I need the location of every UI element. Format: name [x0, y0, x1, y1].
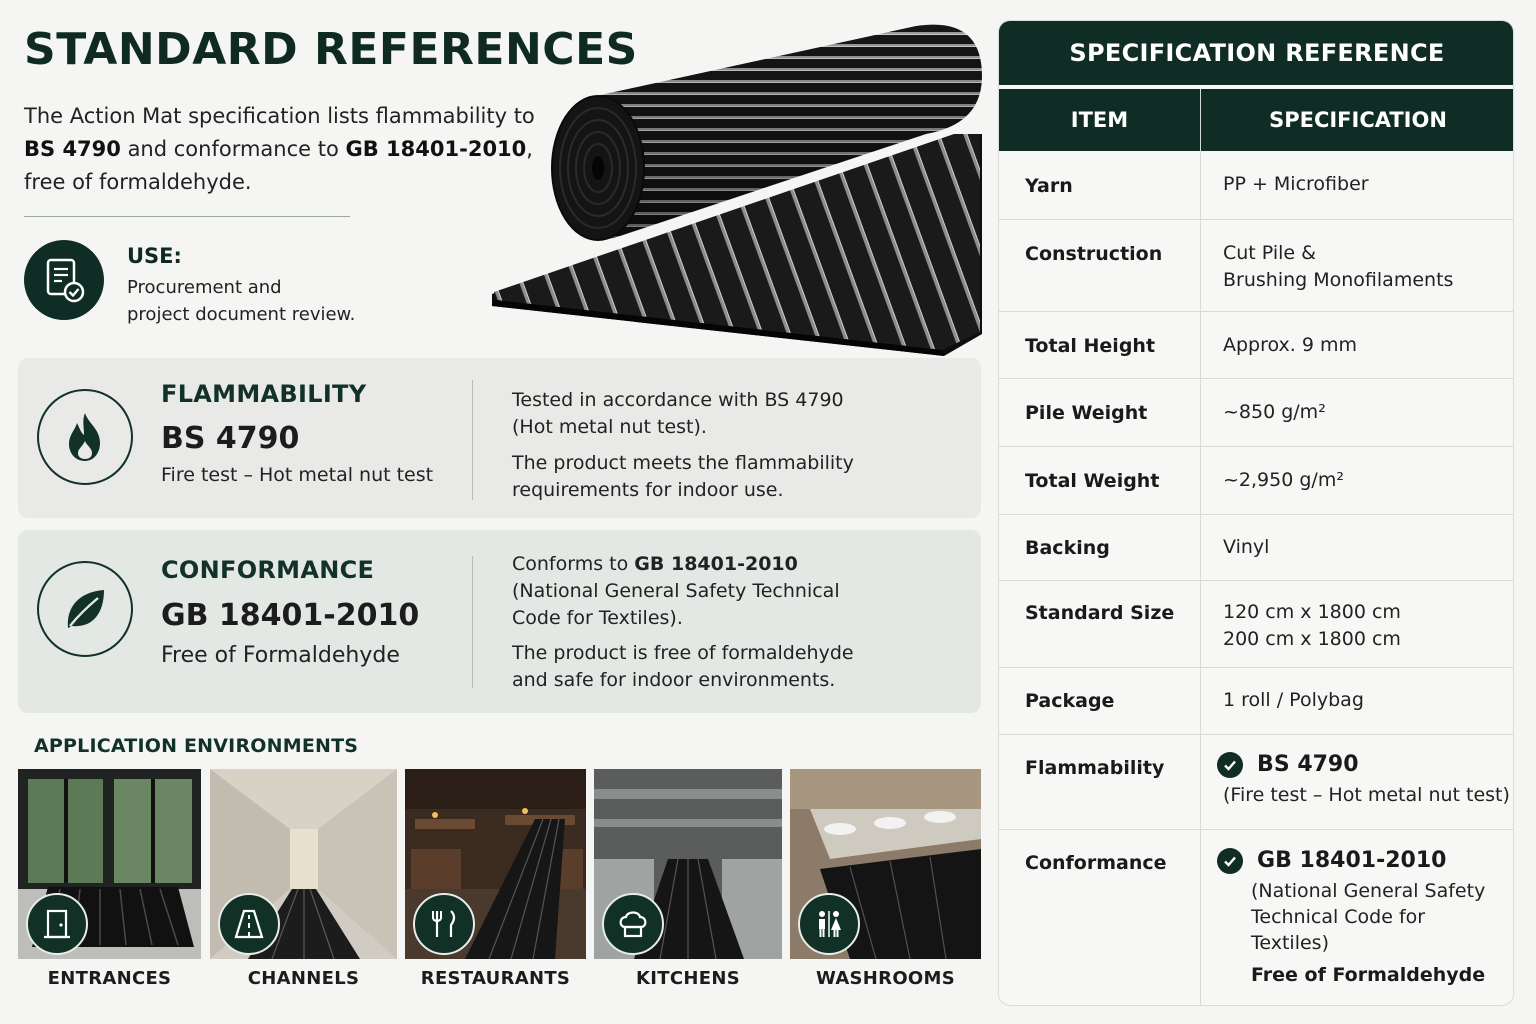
- description-line: Code for Textiles).: [512, 607, 683, 629]
- spec-item-label: Flammability: [1025, 757, 1165, 779]
- environment-label-washrooms: WASHROOMS: [815, 968, 956, 989]
- specification-table: SPECIFICATION REFERENCE ITEM SPECIFICATI…: [998, 20, 1514, 1006]
- flame-icon: [37, 389, 133, 485]
- conformance-standard: GB 18401-2010: [161, 598, 420, 633]
- flammability-description: Tested in accordance with BS 4790 (Hot m…: [512, 387, 952, 504]
- spec-item-label: Yarn: [1025, 175, 1073, 197]
- spec-value: Vinyl: [1223, 536, 1270, 558]
- restroom-icon: [798, 893, 860, 955]
- description-line: and safe for indoor environments.: [512, 669, 836, 691]
- spec-value: 1 roll / Polybag: [1223, 689, 1364, 711]
- table-row: Total Weight ~2,950 g/m²: [999, 447, 1513, 515]
- intro-paragraph: The Action Mat specification lists flamm…: [24, 100, 544, 199]
- description-line: Tested in accordance with BS 4790: [512, 389, 844, 411]
- spec-note-line: Textiles): [1251, 932, 1329, 954]
- table-row: Pile Weight ~850 g/m²: [999, 379, 1513, 447]
- spec-value: PP + Microfiber: [1223, 173, 1369, 195]
- rolled-mat-illustration: [486, 16, 986, 362]
- spec-value: ~850 g/m²: [1223, 401, 1326, 423]
- column-header-item: ITEM: [999, 89, 1200, 151]
- intro-text: The Action Mat specification lists flamm…: [24, 104, 535, 128]
- description-line: The product meets the flammability: [512, 452, 854, 474]
- description-line: The product is free of formaldehyde: [512, 642, 854, 664]
- spec-item-label: Total Weight: [1025, 470, 1160, 492]
- spec-value: Cut Pile & Brushing Monofilaments: [1223, 240, 1453, 294]
- conformance-card: CONFORMANCE GB 18401-2010 Free of Formal…: [18, 530, 981, 713]
- table-row: Backing Vinyl: [999, 515, 1513, 581]
- table-row: Package 1 roll / Polybag: [999, 668, 1513, 735]
- use-description: Procurement and project document review.: [127, 274, 407, 328]
- intro-standard-bs: BS 4790: [24, 137, 121, 161]
- spec-value: BS 4790 (Fire test – Hot metal nut test): [1217, 751, 1510, 809]
- environment-photo-channels: [210, 769, 397, 959]
- spec-note-line: Technical Code for: [1251, 906, 1426, 928]
- flammability-heading: FLAMMABILITY: [161, 380, 367, 408]
- description-line: (National General Safety Technical: [512, 580, 840, 602]
- spec-item-label: Construction: [1025, 243, 1163, 265]
- table-row: Construction Cut Pile & Brushing Monofil…: [999, 220, 1513, 312]
- environment-label-entrances: ENTRANCES: [47, 968, 172, 989]
- leaf-icon: [37, 561, 133, 657]
- environment-label-restaurants: RESTAURANTS: [420, 968, 571, 989]
- application-environments-heading: APPLICATION ENVIRONMENTS: [34, 735, 359, 757]
- spec-item-label: Standard Size: [1025, 602, 1175, 624]
- table-row: Conformance GB 18401-2010 (National Gene…: [999, 830, 1513, 1005]
- use-text-line: project document review.: [127, 304, 356, 325]
- spec-value: ~2,950 g/m²: [1223, 469, 1344, 491]
- intro-text: free of formaldehyde.: [24, 170, 252, 194]
- card-divider: [472, 556, 473, 688]
- environment-photo-washrooms: [790, 769, 981, 959]
- header-divider: [24, 216, 350, 217]
- spec-value: GB 18401-2010 (National General Safety T…: [1217, 847, 1485, 989]
- description-line: (Hot metal nut test).: [512, 416, 707, 438]
- spec-value-line: Brushing Monofilaments: [1223, 269, 1454, 291]
- environment-label-kitchens: KITCHENS: [636, 968, 740, 989]
- spec-item-label: Package: [1025, 690, 1115, 712]
- document-check-icon: [24, 240, 104, 320]
- spec-table-title: SPECIFICATION REFERENCE: [999, 21, 1513, 85]
- checkmark-icon: [1217, 847, 1243, 874]
- table-row: Yarn PP + Microfiber: [999, 151, 1513, 220]
- chef-hat-icon: [602, 893, 664, 955]
- spec-note: (Fire test – Hot metal nut test): [1223, 784, 1510, 806]
- spec-value: 120 cm x 1800 cm 200 cm x 1800 cm: [1223, 599, 1401, 653]
- spec-extra: Free of Formaldehyde: [1251, 964, 1486, 986]
- spec-item-label: Backing: [1025, 537, 1110, 559]
- use-heading: USE:: [127, 244, 182, 268]
- flammability-standard: BS 4790: [161, 421, 300, 456]
- spec-value-line: 200 cm x 1800 cm: [1223, 628, 1401, 650]
- conformance-subtitle: Free of Formaldehyde: [161, 643, 400, 668]
- spec-value: Approx. 9 mm: [1223, 334, 1358, 356]
- environment-label-channels: CHANNELS: [247, 968, 360, 989]
- table-row: Total Height Approx. 9 mm: [999, 312, 1513, 379]
- description-line: requirements for indoor use.: [512, 479, 784, 501]
- spec-standard: GB 18401-2010: [1257, 848, 1447, 873]
- spec-item-label: Pile Weight: [1025, 402, 1148, 424]
- spec-item-label: Conformance: [1025, 852, 1167, 874]
- description-line: Conforms to: [512, 553, 635, 575]
- fork-knife-icon: [413, 893, 475, 955]
- table-row: Standard Size 120 cm x 1800 cm 200 cm x …: [999, 581, 1513, 668]
- card-divider: [472, 380, 473, 500]
- environment-photo-restaurants: [405, 769, 586, 959]
- description-standard: GB 18401-2010: [634, 553, 798, 575]
- door-icon: [26, 893, 88, 955]
- spec-item-label: Total Height: [1025, 335, 1156, 357]
- column-header-specification: SPECIFICATION: [1201, 89, 1513, 151]
- checkmark-icon: [1217, 751, 1243, 778]
- flammability-card: FLAMMABILITY BS 4790 Fire test – Hot met…: [18, 358, 981, 518]
- corridor-icon: [218, 893, 280, 955]
- flammability-subtitle: Fire test – Hot metal nut test: [161, 464, 434, 486]
- spec-value-line: Cut Pile &: [1223, 242, 1316, 264]
- intro-text: and conformance to: [120, 137, 346, 161]
- table-row: Flammability BS 4790 (Fire test – Hot me…: [999, 735, 1513, 830]
- spec-value-line: 120 cm x 1800 cm: [1223, 601, 1401, 623]
- use-text-line: Procurement and: [127, 277, 282, 298]
- spec-standard: BS 4790: [1257, 752, 1359, 777]
- environment-photo-entrances: [18, 769, 201, 959]
- conformance-description: Conforms to GB 18401-2010 (National Gene…: [512, 551, 952, 694]
- spec-note-line: (National General Safety: [1251, 880, 1486, 902]
- environment-photo-kitchens: [594, 769, 782, 959]
- conformance-heading: CONFORMANCE: [161, 556, 375, 584]
